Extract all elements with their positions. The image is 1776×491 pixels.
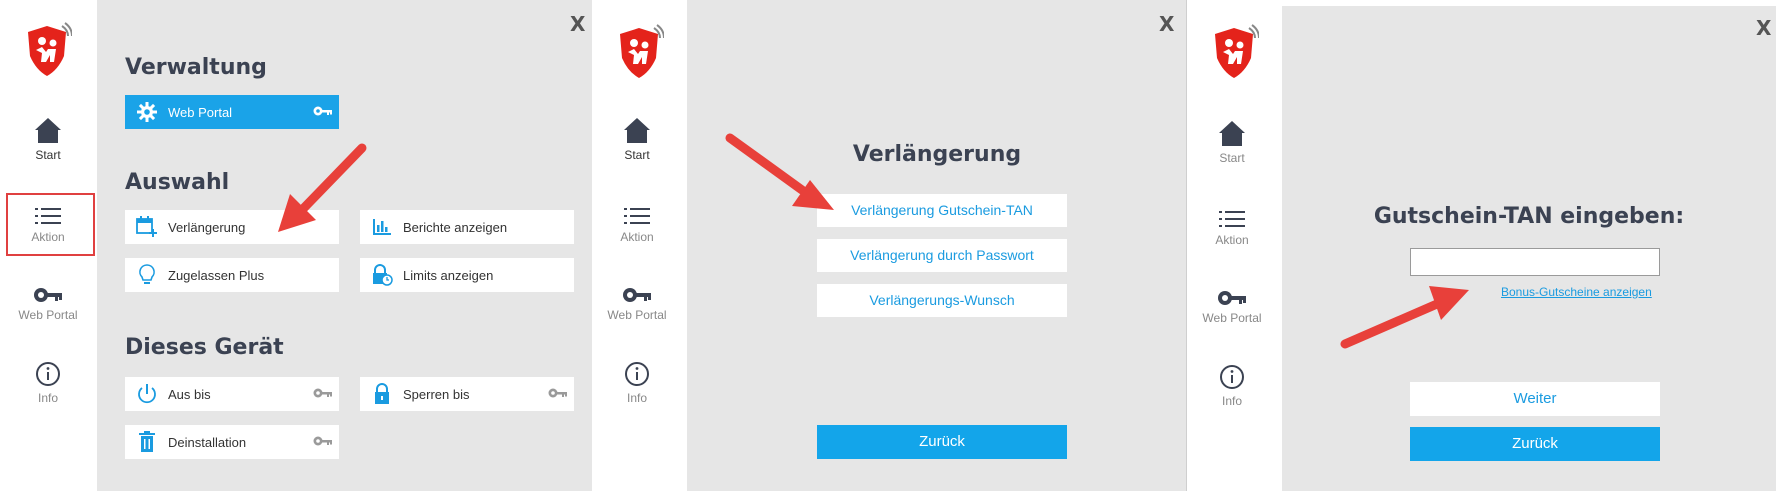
home-icon — [1219, 121, 1245, 146]
bonus-gutscheine-link[interactable]: Bonus-Gutscheine anzeigen — [1501, 285, 1652, 299]
key-icon — [313, 387, 333, 402]
home-icon — [35, 118, 61, 143]
back-button[interactable]: Zurück — [817, 425, 1067, 459]
nav-web-portal[interactable]: Web Portal — [597, 286, 677, 322]
nav-start-label: Start — [35, 148, 61, 162]
annotation-arrow-icon — [725, 133, 834, 210]
key-icon — [548, 387, 568, 402]
annotation-arrow-icon — [278, 143, 367, 232]
tile-limits-anzeigen[interactable]: Limits anzeigen — [360, 258, 574, 292]
info-icon — [1220, 365, 1244, 389]
option-durch-passwort[interactable]: Verlängerung durch Passwort — [817, 239, 1067, 272]
tile-aus-bis[interactable]: Aus bis — [125, 377, 339, 411]
nav-start[interactable]: Start — [597, 116, 677, 162]
aktion-highlight-box — [6, 193, 95, 256]
tile-deinstallation-label: Deinstallation — [168, 434, 247, 450]
nav-web-portal[interactable]: Web Portal — [8, 286, 88, 322]
tile-web-portal[interactable]: Web Portal — [125, 95, 339, 129]
option-gutschein-tan[interactable]: Verlängerung Gutschein-TAN — [817, 194, 1067, 227]
list-icon — [624, 208, 650, 224]
tile-berichte-anzeigen[interactable]: Berichte anzeigen — [360, 210, 574, 244]
tile-zugelassen-plus-label: Zugelassen Plus — [168, 267, 265, 283]
close-button[interactable]: X — [1756, 16, 1771, 40]
tile-aus-bis-label: Aus bis — [168, 386, 211, 402]
nav-aktion[interactable]: Aktion — [597, 206, 677, 244]
nav-aktion-label: Aktion — [620, 230, 654, 244]
nav-web-portal-label: Web Portal — [607, 308, 667, 322]
close-button[interactable]: X — [1159, 12, 1174, 36]
nav-info-label: Info — [1221, 394, 1242, 408]
next-button[interactable]: Weiter — [1410, 382, 1660, 416]
lightbulb-icon — [136, 264, 158, 286]
key-icon — [623, 288, 651, 302]
key-icon — [313, 435, 333, 450]
power-icon — [136, 383, 158, 405]
panel-verlaengerung: Start Aktion Web Portal Info X Verlänger… — [592, 0, 1187, 491]
section-title-verwaltung: Verwaltung — [125, 55, 267, 80]
sidebar: Start Aktion Web Portal Info — [592, 0, 687, 491]
tile-sperren-bis-label: Sperren bis — [403, 386, 470, 402]
nav-info[interactable]: Info — [597, 361, 677, 405]
section-title-dieses-geraet: Dieses Gerät — [125, 335, 284, 360]
annotation-arrow-icon — [1340, 286, 1469, 349]
lock-icon — [371, 383, 393, 405]
nav-aktion-label: Aktion — [1215, 233, 1249, 247]
key-icon — [34, 288, 62, 302]
tile-limits-anzeigen-label: Limits anzeigen — [403, 267, 494, 283]
sidebar: Start Aktion Web Portal Info — [0, 0, 97, 491]
info-icon — [625, 362, 649, 386]
option-verlaengerungs-wunsch[interactable]: Verlängerungs-Wunsch — [817, 284, 1067, 317]
tile-berichte-anzeigen-label: Berichte anzeigen — [403, 219, 508, 235]
lock-clock-icon — [371, 264, 393, 286]
sidebar: Start Aktion Web Portal Info — [1187, 0, 1282, 491]
key-icon — [1218, 291, 1246, 305]
home-icon — [624, 118, 650, 143]
app-logo-icon — [620, 24, 664, 78]
nav-info-label: Info — [37, 391, 58, 405]
app-logo-icon — [1215, 24, 1259, 78]
content-area: X Gutschein-TAN eingeben: Bonus-Gutschei… — [1282, 6, 1776, 491]
nav-start[interactable]: Start — [8, 116, 88, 162]
content-area: X Verwaltung Web Portal Auswahl Verlänge… — [97, 0, 592, 491]
tile-sperren-bis[interactable]: Sperren bis — [360, 377, 574, 411]
nav-aktion[interactable]: Aktion — [1192, 209, 1272, 247]
nav-info[interactable]: Info — [1192, 364, 1272, 408]
nav-web-portal[interactable]: Web Portal — [1192, 289, 1272, 325]
tile-deinstallation[interactable]: Deinstallation — [125, 425, 339, 459]
page-title: Gutschein-TAN eingeben: — [1373, 204, 1685, 229]
tile-verlaengerung-label: Verlängerung — [168, 219, 246, 235]
back-button[interactable]: Zurück — [1410, 427, 1660, 461]
nav-start-label: Start — [624, 148, 650, 162]
nav-info-label: Info — [626, 391, 647, 405]
nav-info[interactable]: Info — [8, 361, 88, 405]
close-button[interactable]: X — [570, 12, 585, 36]
content-area: X Verlängerung Verlängerung Gutschein-TA… — [687, 0, 1187, 491]
tile-web-portal-label: Web Portal — [168, 104, 233, 120]
calendar-add-icon — [136, 216, 158, 238]
tile-zugelassen-plus[interactable]: Zugelassen Plus — [125, 258, 339, 292]
panel-gutschein-tan: Start Aktion Web Portal Info X Gutschein… — [1187, 0, 1776, 491]
nav-web-portal-label: Web Portal — [1202, 311, 1262, 325]
app-logo-icon — [28, 22, 72, 76]
list-icon — [1219, 211, 1245, 227]
gear-icon — [136, 101, 158, 123]
section-title-auswahl: Auswahl — [125, 170, 230, 195]
nav-start[interactable]: Start — [1192, 119, 1272, 165]
trash-icon — [136, 431, 158, 453]
key-icon — [313, 105, 333, 120]
nav-start-label: Start — [1219, 151, 1245, 165]
nav-web-portal-label: Web Portal — [18, 308, 78, 322]
info-icon — [36, 362, 60, 386]
panel-main-menu: Start Aktion Web Portal Info X Verwaltun… — [0, 0, 592, 491]
tan-input-field[interactable] — [1410, 248, 1660, 276]
